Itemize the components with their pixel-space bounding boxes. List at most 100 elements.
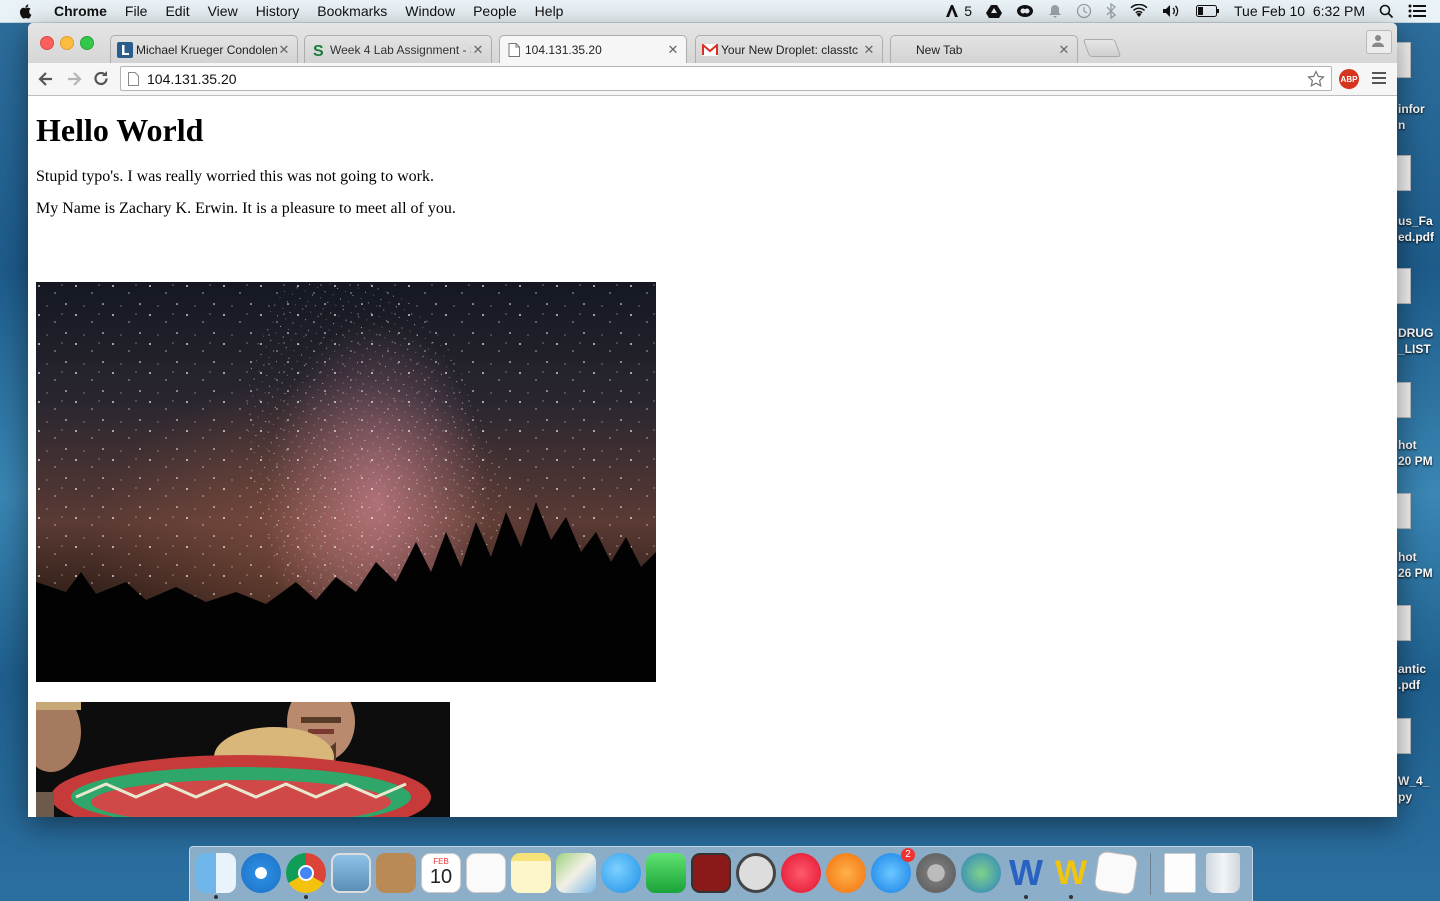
- back-button[interactable]: [36, 69, 56, 89]
- desktop-item-label[interactable]: us_Fa: [1398, 213, 1433, 229]
- milky-way-photo: [36, 282, 656, 682]
- chrome-icon[interactable]: [286, 853, 326, 893]
- photo-booth-icon[interactable]: [691, 853, 731, 893]
- tab-close-icon[interactable]: ✕: [277, 42, 291, 58]
- desktop-item-label[interactable]: .pdf: [1398, 677, 1420, 693]
- desktop-item-label[interactable]: infor: [1398, 101, 1425, 117]
- menu-file[interactable]: File: [116, 0, 157, 22]
- contacts-icon[interactable]: [376, 853, 416, 893]
- spotlight-status-item[interactable]: [1379, 4, 1394, 19]
- legacy-l-icon: [117, 41, 133, 58]
- menu-window[interactable]: Window: [396, 0, 464, 22]
- volume-status-item[interactable]: [1162, 4, 1182, 18]
- bluetooth-status-item[interactable]: [1106, 3, 1116, 19]
- tab-active-page[interactable]: 104.131.35.20 ✕: [499, 35, 687, 63]
- wifi-status-item[interactable]: [1130, 4, 1148, 18]
- desktop-file-icon[interactable]: [1396, 718, 1411, 754]
- address-bar[interactable]: 104.131.35.20: [120, 66, 1332, 91]
- menu-history[interactable]: History: [247, 0, 309, 22]
- tab-title: Your New Droplet: classtc: [721, 42, 858, 57]
- tab-close-icon[interactable]: ✕: [862, 42, 876, 58]
- tab-michael-krueger[interactable]: Michael Krueger Condolen ✕: [110, 35, 298, 63]
- tab-new-tab[interactable]: New Tab ✕: [890, 35, 1078, 63]
- tab-week-4-lab[interactable]: S Week 4 Lab Assignment - S ✕: [304, 35, 492, 63]
- clock[interactable]: Tue Feb 10 6:32 PM: [1234, 3, 1365, 19]
- desktop-item-label[interactable]: antic: [1398, 661, 1426, 677]
- forward-button[interactable]: [64, 69, 84, 89]
- adobe-status-item[interactable]: 5: [945, 3, 972, 19]
- adblock-plus-button[interactable]: ABP: [1339, 69, 1359, 89]
- calendar-icon[interactable]: FEB 10: [421, 853, 461, 893]
- desktop-item-label[interactable]: 20 PM: [1398, 453, 1433, 469]
- desktop-item-label[interactable]: 26 PM: [1398, 565, 1433, 581]
- drive-status-item[interactable]: [986, 4, 1002, 18]
- tab-close-icon[interactable]: ✕: [1057, 42, 1071, 58]
- tab-strip: Michael Krueger Condolen ✕ S Week 4 Lab …: [28, 23, 1397, 63]
- menu-help[interactable]: Help: [526, 0, 573, 22]
- adobe-count: 5: [964, 3, 972, 19]
- search-icon: [1379, 4, 1394, 18]
- notification-center-status-item[interactable]: [1408, 4, 1426, 18]
- menu-bookmarks[interactable]: Bookmarks: [308, 0, 396, 22]
- trash-icon[interactable]: [1206, 853, 1240, 893]
- sombrero-photo: [36, 702, 450, 817]
- maps-icon[interactable]: [556, 853, 596, 893]
- battery-status-item[interactable]: [1196, 5, 1220, 17]
- desktop-item-label[interactable]: py: [1398, 789, 1412, 805]
- wunderlist-icon[interactable]: W: [1051, 853, 1091, 893]
- ibooks-icon[interactable]: [826, 853, 866, 893]
- desktop-item-label[interactable]: ed.pdf: [1398, 229, 1434, 245]
- chrome-menu-button[interactable]: [1372, 72, 1386, 87]
- itunes-icon[interactable]: [781, 853, 821, 893]
- menu-people[interactable]: People: [464, 0, 526, 22]
- apple-menu-icon[interactable]: [18, 3, 34, 19]
- new-tab-button[interactable]: [1082, 39, 1122, 57]
- menu-view[interactable]: View: [199, 0, 247, 22]
- desktop-file-icon[interactable]: [1396, 493, 1411, 529]
- dock-separator: [1150, 853, 1151, 895]
- desktop-item-label[interactable]: hot: [1398, 437, 1417, 453]
- page-content: Hello World Stupid typo's. I was really …: [28, 96, 1397, 817]
- tab-gmail-droplet[interactable]: Your New Droplet: classtc ✕: [695, 35, 883, 63]
- bookmark-star-icon[interactable]: [1307, 70, 1325, 93]
- textedit-icon[interactable]: [1093, 850, 1139, 896]
- notes-icon[interactable]: [511, 853, 551, 893]
- creative-cloud-status-item[interactable]: [1016, 4, 1034, 18]
- safari-icon[interactable]: [241, 853, 281, 893]
- desktop-item-label[interactable]: W_4_: [1398, 773, 1429, 789]
- preview-icon[interactable]: [331, 853, 371, 893]
- page-icon: [128, 72, 139, 91]
- system-preferences-icon[interactable]: [916, 853, 956, 893]
- window-zoom-button[interactable]: [80, 36, 94, 50]
- desktop-item-label[interactable]: DRUG: [1398, 325, 1433, 341]
- desktop-file-icon[interactable]: [1396, 42, 1411, 78]
- notification-status-item[interactable]: [1048, 4, 1062, 18]
- window-minimize-button[interactable]: [60, 36, 74, 50]
- address-text[interactable]: 104.131.35.20: [147, 71, 237, 87]
- document-icon[interactable]: [1164, 853, 1196, 893]
- menu-edit[interactable]: Edit: [156, 0, 198, 22]
- menu-app-name[interactable]: Chrome: [50, 0, 116, 22]
- reminders-icon[interactable]: [466, 853, 506, 893]
- facetime-icon[interactable]: [646, 853, 686, 893]
- desktop-item-label[interactable]: _LIST: [1398, 341, 1431, 357]
- desktop-file-icon[interactable]: [1396, 268, 1411, 304]
- app-store-icon[interactable]: 2: [871, 848, 915, 893]
- no-entry-icon[interactable]: [736, 853, 776, 893]
- word-icon[interactable]: W: [1006, 853, 1046, 893]
- time-machine-status-item[interactable]: [1076, 3, 1092, 19]
- network-icon[interactable]: [961, 853, 1001, 893]
- tab-close-icon[interactable]: ✕: [666, 42, 680, 58]
- tab-close-icon[interactable]: ✕: [471, 42, 485, 58]
- window-close-button[interactable]: [40, 36, 54, 50]
- desktop-item-label[interactable]: n: [1398, 117, 1405, 133]
- reload-button[interactable]: [91, 69, 111, 89]
- profile-button[interactable]: [1366, 30, 1392, 54]
- finder-icon[interactable]: [196, 853, 236, 893]
- desktop-file-icon[interactable]: [1396, 605, 1411, 641]
- desktop-item-label[interactable]: hot: [1398, 549, 1417, 565]
- desktop-file-icon[interactable]: [1396, 155, 1411, 191]
- tab-title: 104.131.35.20: [525, 42, 602, 57]
- desktop-file-icon[interactable]: [1396, 382, 1411, 418]
- messages-icon[interactable]: [601, 853, 641, 893]
